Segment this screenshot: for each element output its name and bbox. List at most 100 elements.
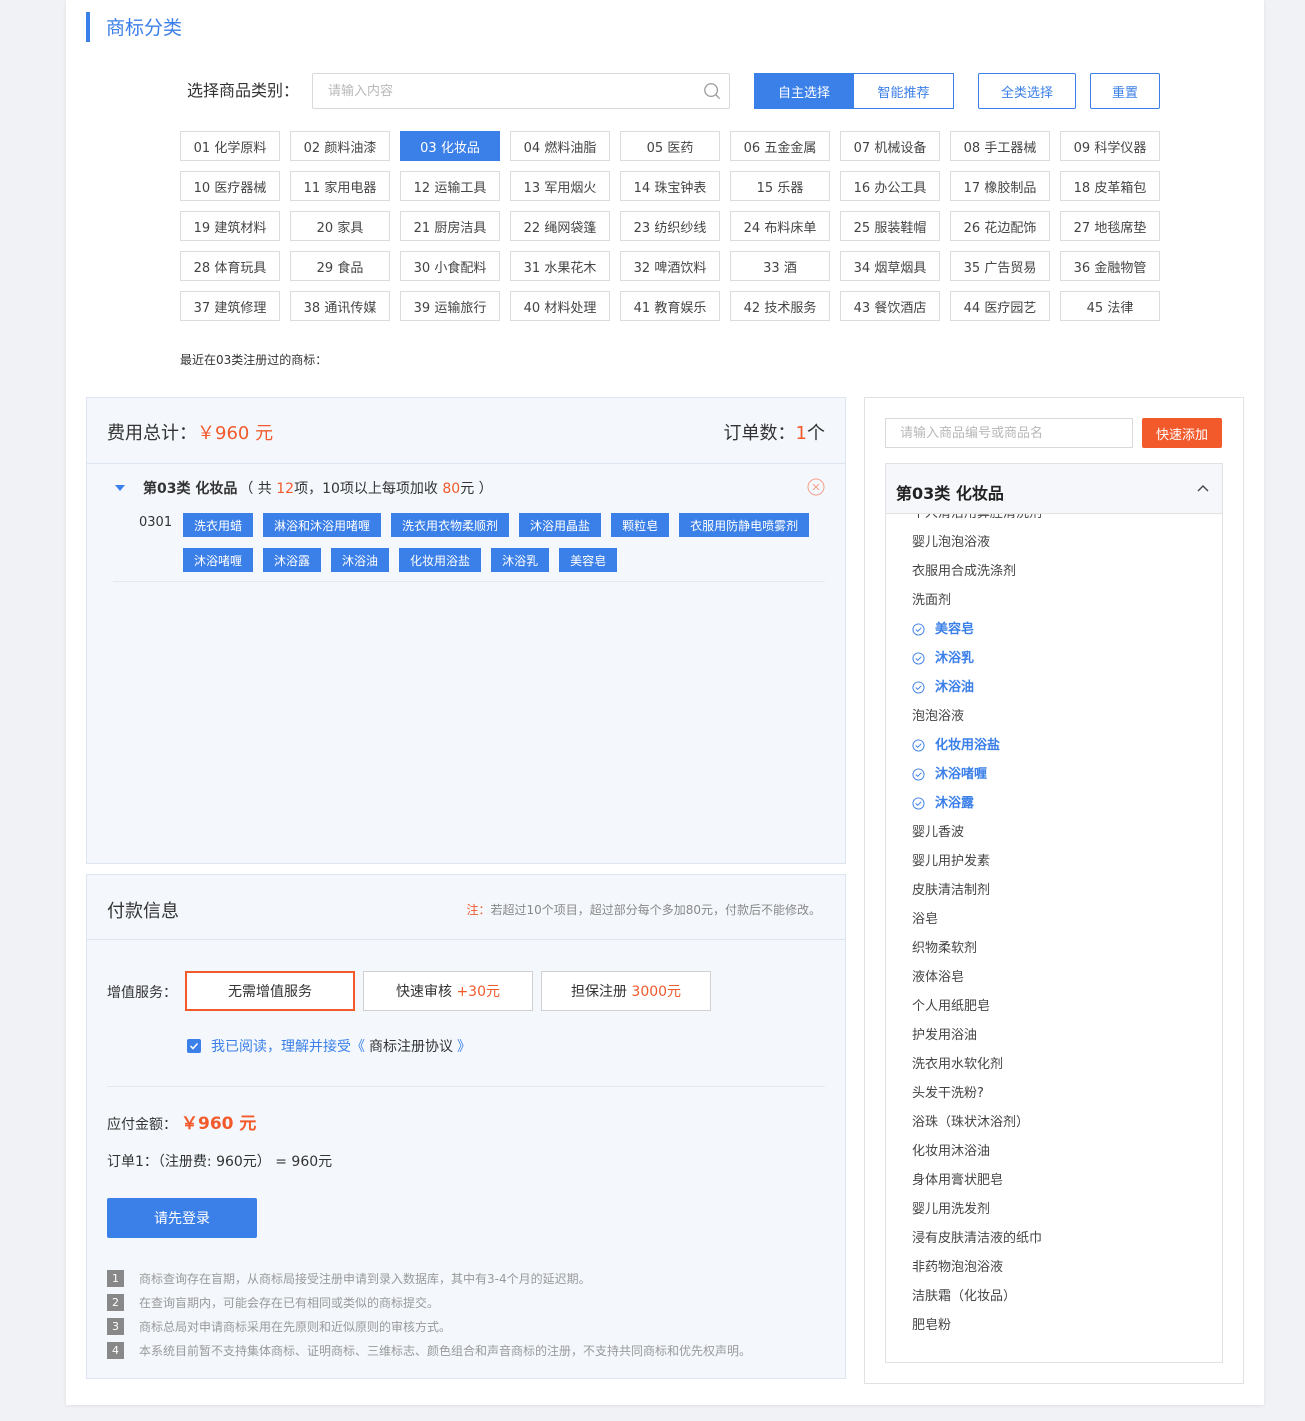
selected-item-tag[interactable]: 衣服用防静电喷雾剂 [679, 513, 810, 537]
selected-item-tag[interactable]: 沐浴油 [331, 548, 390, 572]
product-item[interactable]: 护发用浴油 [912, 1021, 1212, 1050]
category-item[interactable]: 20 家具 [290, 211, 390, 241]
product-item[interactable]: 美容皂 [912, 615, 1212, 644]
category-item[interactable]: 44 医疗园艺 [950, 291, 1050, 321]
selected-item-tag[interactable]: 沐浴用晶盐 [519, 513, 602, 537]
category-item[interactable]: 01 化学原料 [180, 131, 280, 161]
agree-checkbox[interactable] [187, 1039, 201, 1053]
product-item[interactable]: 浴皂 [912, 905, 1212, 934]
reset-button[interactable]: 重置 [1090, 73, 1160, 109]
product-item[interactable]: 肥皂粉 [912, 1311, 1212, 1340]
product-item[interactable]: 个人用纸肥皂 [912, 992, 1212, 1021]
product-item[interactable]: 沐浴露 [912, 789, 1212, 818]
select-all-button[interactable]: 全类选择 [978, 73, 1076, 109]
product-item[interactable]: 化妆用沐浴油 [912, 1137, 1212, 1166]
product-item[interactable]: 浴珠（珠状沐浴剂） [912, 1108, 1212, 1137]
category-item[interactable]: 45 法律 [1060, 291, 1160, 321]
product-item[interactable]: 婴儿用护发素 [912, 847, 1212, 876]
category-item[interactable]: 26 花边配饰 [950, 211, 1050, 241]
category-search-input[interactable] [313, 74, 693, 108]
category-item[interactable]: 25 服装鞋帽 [840, 211, 940, 241]
selected-item-tag[interactable]: 颗粒皂 [611, 513, 670, 537]
login-button[interactable]: 请先登录 [107, 1198, 257, 1238]
product-item[interactable]: 洁肤霜（化妆品） [912, 1282, 1212, 1311]
category-item[interactable]: 14 珠宝钟表 [620, 171, 720, 201]
category-item[interactable]: 06 五金金属 [730, 131, 830, 161]
quick-add-button[interactable]: 快速添加 [1142, 418, 1222, 448]
mode-smart-button[interactable]: 智能推荐 [853, 73, 954, 109]
selected-item-tag[interactable]: 沐浴露 [263, 548, 322, 572]
category-item[interactable]: 30 小食配料 [400, 251, 500, 281]
product-item[interactable]: 沐浴乳 [912, 644, 1212, 673]
category-item[interactable]: 03 化妆品 [400, 131, 500, 161]
remove-group-icon[interactable] [807, 478, 825, 496]
category-item[interactable]: 24 布料床单 [730, 211, 830, 241]
category-item[interactable]: 22 绳网袋篷 [510, 211, 610, 241]
selected-item-tag[interactable]: 美容皂 [559, 548, 618, 572]
product-item[interactable]: 婴儿泡泡浴液 [912, 528, 1212, 557]
category-item[interactable]: 05 医药 [620, 131, 720, 161]
mode-manual-button[interactable]: 自主选择 [754, 73, 854, 109]
product-item[interactable]: 皮肤清洁制剂 [912, 876, 1212, 905]
product-item[interactable]: 身体用膏状肥皂 [912, 1166, 1212, 1195]
category-item[interactable]: 02 颜料油漆 [290, 131, 390, 161]
category-item[interactable]: 29 食品 [290, 251, 390, 281]
product-item[interactable]: 沐浴油 [912, 673, 1212, 702]
category-item[interactable]: 09 科学仪器 [1060, 131, 1160, 161]
product-item[interactable]: 婴儿用洗发剂 [912, 1195, 1212, 1224]
category-item[interactable]: 13 军用烟火 [510, 171, 610, 201]
search-icon[interactable] [703, 82, 721, 100]
category-item[interactable]: 19 建筑材料 [180, 211, 280, 241]
category-item[interactable]: 35 广告贸易 [950, 251, 1050, 281]
selected-item-tag[interactable]: 化妆用浴盐 [399, 548, 482, 572]
category-item[interactable]: 37 建筑修理 [180, 291, 280, 321]
product-item[interactable]: 衣服用合成洗涤剂 [912, 557, 1212, 586]
category-item[interactable]: 18 皮革箱包 [1060, 171, 1160, 201]
caret-down-icon[interactable] [115, 485, 125, 491]
quick-add-input[interactable] [885, 418, 1133, 448]
vas-guarantee-option[interactable]: 担保注册 3000元 [541, 971, 711, 1011]
category-item[interactable]: 32 啤酒饮料 [620, 251, 720, 281]
category-item[interactable]: 40 材料处理 [510, 291, 610, 321]
category-item[interactable]: 21 厨房洁具 [400, 211, 500, 241]
category-item[interactable]: 33 酒 [730, 251, 830, 281]
product-item[interactable]: 泡泡浴液 [912, 702, 1212, 731]
product-item[interactable]: 洗面剂 [912, 586, 1212, 615]
category-item[interactable]: 43 餐饮酒店 [840, 291, 940, 321]
category-item[interactable]: 16 办公工具 [840, 171, 940, 201]
product-item[interactable]: 婴儿香波 [912, 818, 1212, 847]
selected-item-tag[interactable]: 洗衣用衣物柔顺剂 [391, 513, 510, 537]
category-item[interactable]: 42 技术服务 [730, 291, 830, 321]
category-item[interactable]: 07 机械设备 [840, 131, 940, 161]
category-item[interactable]: 10 医疗器械 [180, 171, 280, 201]
category-item[interactable]: 41 教育娱乐 [620, 291, 720, 321]
category-item[interactable]: 36 金融物管 [1060, 251, 1160, 281]
agreement-link[interactable]: 商标注册协议 [369, 1036, 453, 1056]
category-item[interactable]: 31 水果花木 [510, 251, 610, 281]
category-item[interactable]: 08 手工器械 [950, 131, 1050, 161]
product-item[interactable]: 织物柔软剂 [912, 934, 1212, 963]
category-item[interactable]: 04 燃料油脂 [510, 131, 610, 161]
product-item[interactable]: 洗衣用水软化剂 [912, 1050, 1212, 1079]
category-item[interactable]: 15 乐器 [730, 171, 830, 201]
product-list-body[interactable]: 个人清洁用鼻腔清洗剂婴儿泡泡浴液衣服用合成洗涤剂洗面剂美容皂沐浴乳沐浴油泡泡浴液… [886, 514, 1222, 1362]
vas-none-option[interactable]: 无需增值服务 [185, 971, 355, 1011]
product-item[interactable]: 化妆用浴盐 [912, 731, 1212, 760]
category-item[interactable]: 17 橡胶制品 [950, 171, 1050, 201]
product-list-header[interactable]: 第03类 化妆品 [886, 464, 1222, 514]
product-item[interactable]: 个人清洁用鼻腔清洗剂 [912, 514, 1212, 528]
category-item[interactable]: 28 体育玩具 [180, 251, 280, 281]
chevron-up-icon[interactable] [1196, 481, 1210, 495]
category-item[interactable]: 27 地毯席垫 [1060, 211, 1160, 241]
vas-fast-option[interactable]: 快速审核 +30元 [363, 971, 533, 1011]
product-item[interactable]: 头发干洗粉? [912, 1079, 1212, 1108]
product-item[interactable]: 浸有皮肤清洁液的纸巾 [912, 1224, 1212, 1253]
group-header[interactable]: 第03类 化妆品 （ 共 12项，10项以上每项加收 80元 ） [115, 478, 493, 498]
category-item[interactable]: 11 家用电器 [290, 171, 390, 201]
product-item[interactable]: 非药物泡泡浴液 [912, 1253, 1212, 1282]
category-item[interactable]: 12 运输工具 [400, 171, 500, 201]
selected-item-tag[interactable]: 沐浴啫喱 [183, 548, 254, 572]
category-item[interactable]: 38 通讯传媒 [290, 291, 390, 321]
selected-item-tag[interactable]: 洗衣用蜡 [183, 513, 254, 537]
selected-item-tag[interactable]: 沐浴乳 [491, 548, 550, 572]
